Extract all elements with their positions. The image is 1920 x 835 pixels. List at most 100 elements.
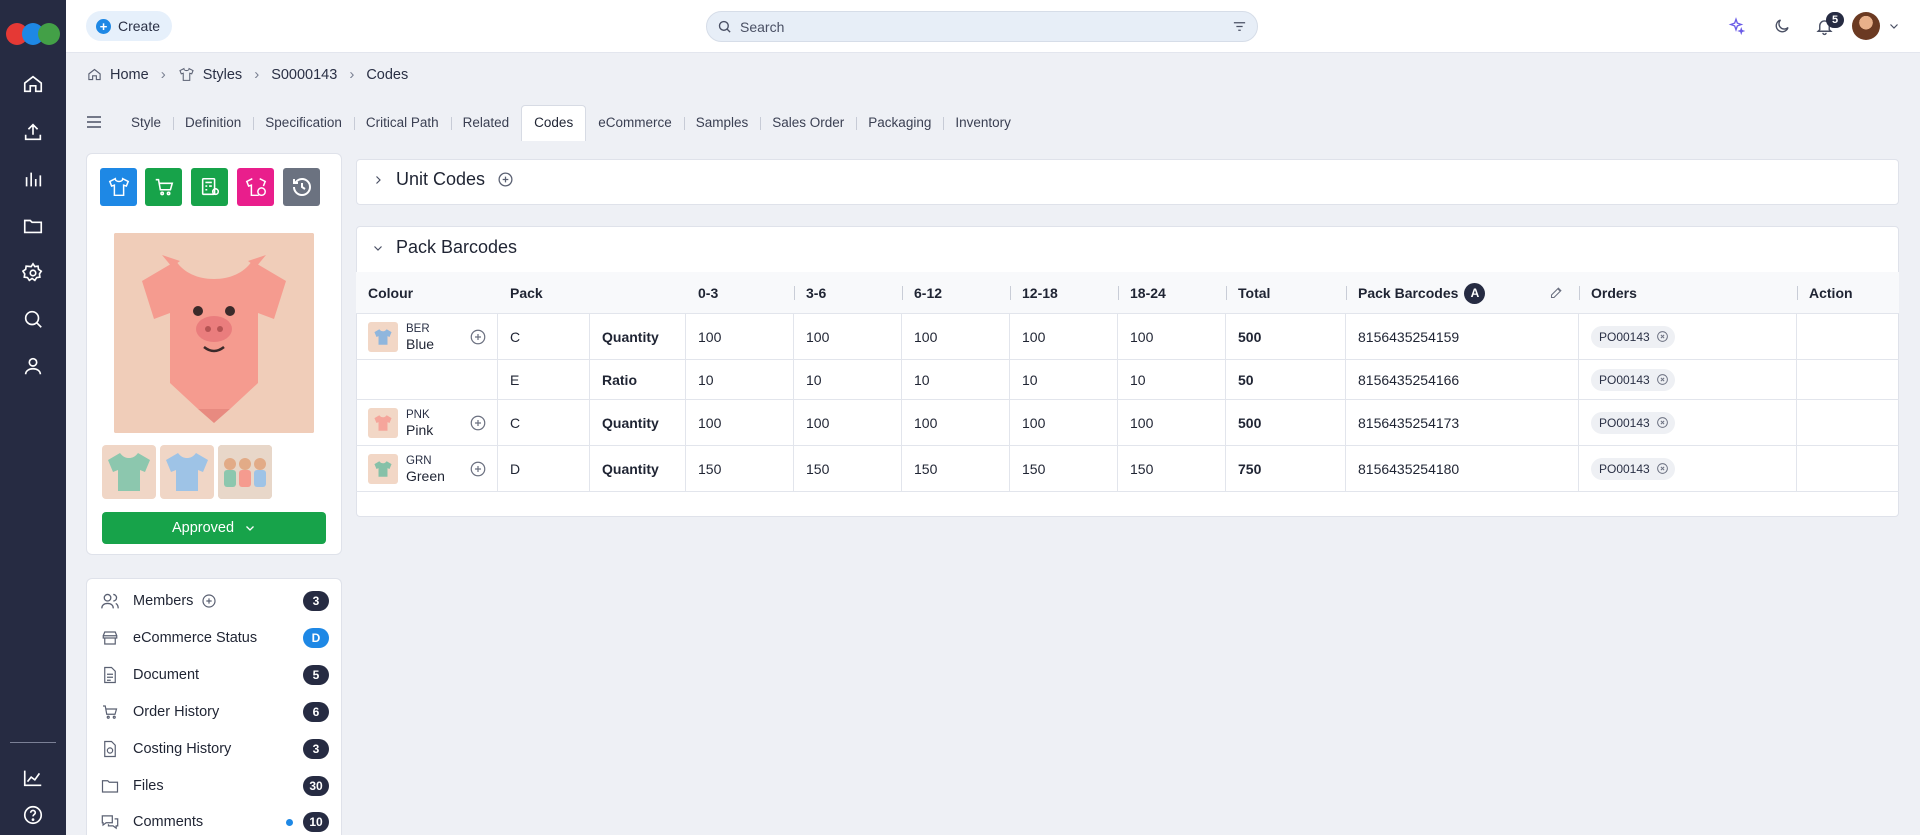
size-cell[interactable]: 100 [902, 314, 1010, 359]
pack-cell[interactable]: D [498, 446, 590, 491]
size-cell[interactable]: 150 [686, 446, 794, 491]
side-item-comments[interactable]: Comments 10 [99, 809, 329, 835]
tab-codes[interactable]: Codes [521, 105, 587, 141]
reports-icon[interactable] [19, 764, 47, 792]
analytics-icon[interactable] [19, 165, 47, 193]
create-button[interactable]: + Create [86, 11, 173, 41]
search-icon[interactable] [19, 305, 47, 333]
order-chip[interactable]: PO00143 [1591, 457, 1675, 480]
remove-order-icon[interactable] [1656, 462, 1669, 475]
header-size-18-24[interactable]: 18-24 [1118, 272, 1166, 314]
pack-barcodes-header[interactable]: Pack Barcodes [372, 237, 517, 258]
order-chip[interactable]: PO00143 [1591, 368, 1675, 391]
header-size-0-3[interactable]: 0-3 [686, 272, 718, 314]
home-icon[interactable] [19, 70, 47, 98]
thumbnail-green[interactable] [102, 445, 156, 499]
product-main-image[interactable] [114, 233, 314, 433]
size-cell[interactable]: 100 [1118, 314, 1226, 359]
side-item-costing-history[interactable]: Costing History 3 [99, 736, 329, 762]
sample-action-tile[interactable] [237, 168, 274, 206]
remove-order-icon[interactable] [1656, 416, 1669, 429]
pack-cell[interactable]: C [498, 314, 590, 359]
auto-badge[interactable]: A [1464, 282, 1486, 304]
header-size-3-6[interactable]: 3-6 [794, 272, 826, 314]
style-action-tile[interactable] [100, 168, 137, 206]
tab-definition[interactable]: Definition [173, 105, 253, 141]
add-pack-icon[interactable] [469, 328, 487, 346]
tab-style[interactable]: Style [119, 105, 173, 141]
settings-icon[interactable] [19, 259, 47, 287]
header-total[interactable]: Total [1226, 272, 1270, 314]
filter-icon[interactable] [1232, 19, 1247, 34]
tab-ecommerce[interactable]: eCommerce [586, 105, 684, 141]
header-pack[interactable]: Pack [498, 272, 543, 314]
order-action-tile[interactable] [145, 168, 182, 206]
upload-icon[interactable] [19, 118, 47, 146]
tab-inventory[interactable]: Inventory [943, 105, 1023, 141]
tab-related[interactable]: Related [450, 105, 522, 141]
tab-samples[interactable]: Samples [683, 105, 761, 141]
ai-sparkle-icon[interactable] [1724, 14, 1748, 38]
header-colour[interactable]: Colour [356, 272, 413, 314]
header-orders[interactable]: Orders [1579, 272, 1637, 314]
thumbnail-blue[interactable] [160, 445, 214, 499]
side-item-document[interactable]: Document 5 [99, 662, 329, 688]
add-pack-icon[interactable] [469, 460, 487, 478]
size-cell[interactable]: 10 [686, 360, 794, 399]
unit-codes-header[interactable]: Unit Codes [372, 169, 514, 190]
search-input[interactable] [740, 18, 1224, 35]
barcode-cell[interactable]: 8156435254159 [1346, 314, 1579, 359]
size-cell[interactable]: 100 [902, 400, 1010, 445]
size-cell[interactable]: 150 [902, 446, 1010, 491]
size-cell[interactable]: 150 [1118, 446, 1226, 491]
add-member-icon[interactable] [201, 593, 217, 609]
size-cell[interactable]: 100 [794, 314, 902, 359]
chevron-down-icon[interactable] [1882, 14, 1906, 38]
add-unit-code-icon[interactable] [497, 171, 514, 188]
size-cell[interactable]: 100 [1010, 314, 1118, 359]
header-pack-barcodes[interactable]: Pack Barcodes A [1346, 272, 1486, 314]
pack-cell[interactable]: E [498, 360, 590, 399]
status-approved-button[interactable]: Approved [102, 512, 326, 544]
barcode-cell[interactable]: 8156435254166 [1346, 360, 1579, 399]
header-size-6-12[interactable]: 6-12 [902, 272, 942, 314]
size-cell[interactable]: 150 [1010, 446, 1118, 491]
barcode-cell[interactable]: 8156435254173 [1346, 400, 1579, 445]
side-item-ecommerce-status[interactable]: eCommerce Status D [99, 625, 329, 651]
add-pack-icon[interactable] [469, 414, 487, 432]
search-bar[interactable] [706, 11, 1258, 42]
size-cell[interactable]: 10 [902, 360, 1010, 399]
order-chip[interactable]: PO00143 [1591, 411, 1675, 434]
history-action-tile[interactable] [283, 168, 320, 206]
size-cell[interactable]: 100 [686, 314, 794, 359]
side-item-members[interactable]: Members 3 [99, 588, 329, 614]
app-logo[interactable] [6, 23, 60, 45]
costing-action-tile[interactable] [191, 168, 228, 206]
avatar[interactable] [1852, 12, 1880, 40]
size-cell[interactable]: 100 [1010, 400, 1118, 445]
header-action[interactable]: Action [1797, 272, 1853, 314]
remove-order-icon[interactable] [1656, 330, 1669, 343]
tab-sales-order[interactable]: Sales Order [760, 105, 856, 141]
size-cell[interactable]: 10 [794, 360, 902, 399]
header-size-12-18[interactable]: 12-18 [1010, 272, 1058, 314]
size-cell[interactable]: 100 [794, 400, 902, 445]
size-cell[interactable]: 10 [1010, 360, 1118, 399]
thumbnail-babies[interactable] [218, 445, 272, 499]
tab-specification[interactable]: Specification [253, 105, 354, 141]
side-item-order-history[interactable]: Order History 6 [99, 699, 329, 725]
side-item-files[interactable]: Files 30 [99, 773, 329, 799]
help-icon[interactable] [19, 801, 47, 829]
size-cell[interactable]: 10 [1118, 360, 1226, 399]
user-icon[interactable] [19, 352, 47, 380]
tab-critical-path[interactable]: Critical Path [353, 105, 451, 141]
size-cell[interactable]: 150 [794, 446, 902, 491]
remove-order-icon[interactable] [1656, 373, 1669, 386]
folder-icon[interactable] [19, 212, 47, 240]
breadcrumb-style-id[interactable]: S0000143 [271, 67, 337, 83]
dark-mode-icon[interactable] [1770, 14, 1794, 38]
barcode-cell[interactable]: 8156435254180 [1346, 446, 1579, 491]
pack-cell[interactable]: C [498, 400, 590, 445]
edit-pencil-icon[interactable] [1549, 285, 1564, 300]
size-cell[interactable]: 100 [1118, 400, 1226, 445]
